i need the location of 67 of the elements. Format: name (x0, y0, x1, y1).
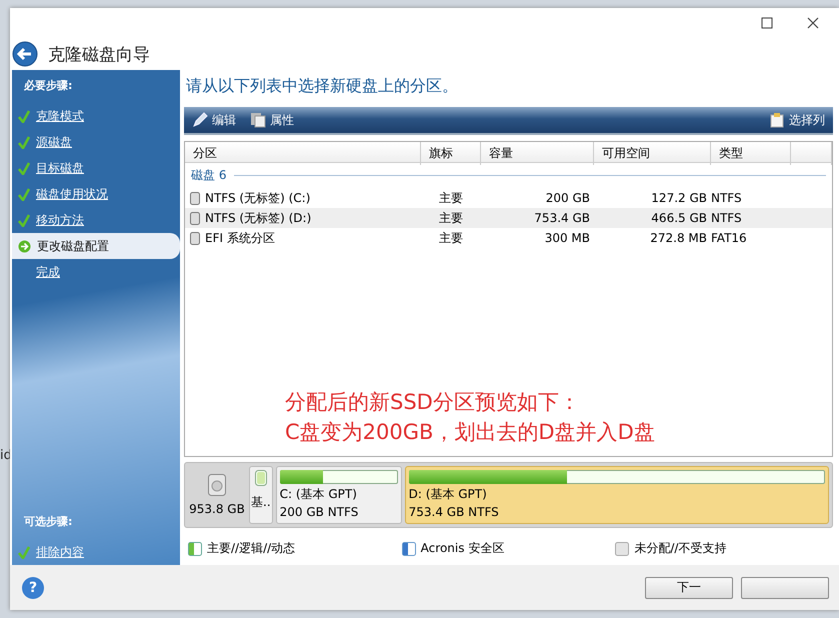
annotation-text: 分配后的新SSD分区预览如下： (285, 389, 581, 416)
toolbar-button[interactable]: 属性 (250, 112, 294, 128)
clipboard-icon (769, 112, 785, 128)
partition-block[interactable]: 基.. (249, 466, 273, 524)
table-cell: NTFS (711, 211, 742, 225)
partition-size: 200 GB NTFS (280, 504, 360, 520)
legend-label: 主要//逻辑//动态 (207, 540, 296, 557)
help-button[interactable]: ? (22, 576, 44, 598)
pencil-icon (192, 112, 208, 128)
drive-icon (190, 212, 200, 224)
document-icon (250, 112, 266, 128)
table-cell: 127.2 GB (651, 191, 707, 205)
column-header[interactable]: 类型 (711, 142, 791, 165)
close-icon (807, 17, 819, 29)
table-cell: FAT16 (711, 231, 747, 245)
legend-label: Acronis 安全区 (420, 540, 504, 557)
table-cell: NTFS (无标签) (D:) (205, 210, 312, 226)
toolbar-button[interactable]: 选择列 (769, 112, 825, 128)
wizard-button[interactable] (741, 576, 829, 598)
table-cell: 主要 (439, 190, 463, 206)
step-link[interactable]: 完成 (36, 264, 60, 280)
table-cell: 272.8 MB (650, 231, 707, 245)
section-heading: 可选步骤: (23, 514, 74, 530)
column-header[interactable]: 旗标 (421, 142, 481, 165)
table-cell: EFI 系统分区 (205, 230, 275, 246)
table-cell: 主要 (439, 230, 463, 246)
disk-size: 953.8 GB (189, 502, 245, 516)
maximize-icon (761, 17, 773, 29)
column-header[interactable]: 容量 (481, 142, 594, 165)
column-header[interactable]: 分区 (185, 142, 421, 165)
column-header[interactable]: 可用空间 (594, 142, 711, 165)
table-cell: 主要 (439, 210, 463, 226)
step-link[interactable]: 目标磁盘 (36, 160, 84, 176)
legend-swatch-icon (188, 542, 202, 556)
current-step[interactable]: 更改磁盘配置 (12, 233, 180, 259)
table-cell: 466.5 GB (651, 211, 707, 225)
table-cell: NTFS (无标签) (C:) (205, 190, 310, 206)
group-label: 磁盘 6 (191, 167, 226, 184)
partition-block[interactable]: C: (基本 GPT) 200 GB NTFS (276, 466, 402, 524)
instruction-text: 请从以下列表中选择新硬盘上的分区。 (185, 75, 459, 97)
partition-block[interactable]: D: (基本 GPT) 753.4 GB NTFS (404, 466, 829, 524)
table-cell: 300 MB (544, 231, 590, 245)
table-cell: 753.4 GB (534, 211, 590, 225)
section-heading: 必要步骤: (23, 78, 74, 94)
table-row[interactable]: NTFS (无标签) (D:) 主要 753.4 GB 466.5 GB NTFS (185, 208, 832, 228)
drive-icon (190, 232, 200, 244)
wizard-button[interactable]: 下一 (645, 576, 733, 598)
table-row[interactable]: NTFS (无标签) (C:) 主要 200 GB 127.2 GB NTFS (185, 188, 832, 208)
partition-label: C: (基本 GPT) (280, 486, 358, 502)
window-title: 克隆磁盘向导 (48, 44, 150, 66)
legend-label: 未分配//不受支持 (634, 540, 726, 557)
table-cell: 200 GB (546, 191, 590, 205)
annotation-text: C盘变为200GB，划出去的D盘并入D盘 (285, 419, 655, 446)
step-link[interactable]: 磁盘使用状况 (36, 186, 108, 202)
toolbar-button[interactable]: 编辑 (192, 112, 236, 128)
drive-icon (190, 192, 200, 204)
table-cell: NTFS (711, 191, 742, 205)
step-link[interactable]: 源磁盘 (36, 134, 72, 150)
partition-size: 753.4 GB NTFS (408, 504, 500, 520)
partition-label: 基.. (251, 494, 271, 510)
table-row[interactable]: EFI 系统分区 主要 300 MB 272.8 MB FAT16 (185, 228, 832, 248)
step-link[interactable]: 移动方法 (36, 212, 84, 228)
legend-swatch-icon (402, 542, 416, 556)
partition-label: D: (基本 GPT) (408, 486, 488, 502)
legend-swatch-icon (615, 542, 630, 556)
step-link[interactable]: 克隆模式 (36, 108, 84, 124)
partition-pill-icon (254, 470, 267, 486)
